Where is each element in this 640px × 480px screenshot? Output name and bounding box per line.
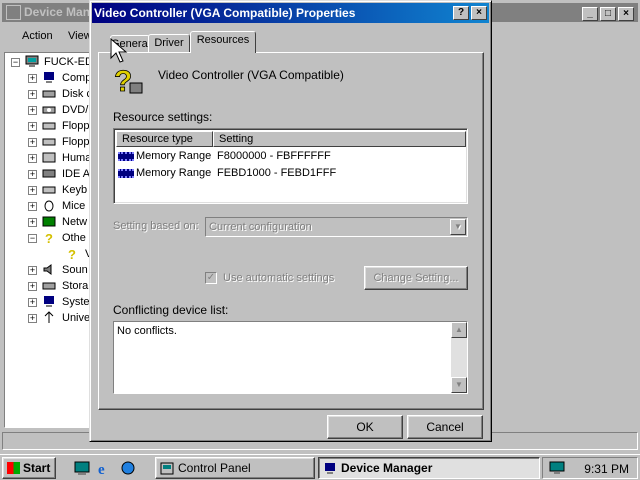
change-setting-button[interactable]: Change Setting... <box>364 266 468 290</box>
minimize-icon[interactable]: _ <box>582 7 598 21</box>
memory-icon <box>118 169 134 178</box>
computer-icon <box>44 72 54 83</box>
svg-text:?: ? <box>45 231 53 244</box>
control-panel-icon <box>160 462 174 475</box>
dialog-title: Video Controller (VGA Compatible) Proper… <box>94 6 356 20</box>
svg-text:?: ? <box>68 247 76 260</box>
conflict-list[interactable]: No conflicts. ▲ ▼ <box>113 321 468 394</box>
desktop-icon[interactable] <box>74 460 90 476</box>
display-settings-icon[interactable] <box>549 461 565 475</box>
dialog-title-bar[interactable]: Video Controller (VGA Compatible) Proper… <box>92 3 489 23</box>
tab-driver[interactable]: Driver <box>148 34 190 53</box>
expand-icon[interactable]: + <box>28 186 37 195</box>
conflict-scrollbar[interactable]: ▲ ▼ <box>451 322 467 393</box>
expand-icon[interactable]: + <box>28 74 37 83</box>
maximize-icon[interactable]: □ <box>600 7 616 21</box>
question-device-icon: ? <box>114 65 143 97</box>
expand-icon[interactable]: + <box>28 122 37 131</box>
network-icon <box>42 216 56 227</box>
system-tray: 9:31 PM <box>542 457 638 479</box>
scroll-up-icon[interactable]: ▲ <box>451 322 467 338</box>
expand-icon[interactable]: + <box>28 170 37 179</box>
collapse-icon[interactable]: − <box>11 58 20 67</box>
clock[interactable]: 9:31 PM <box>584 462 629 476</box>
expand-icon[interactable]: + <box>28 106 37 115</box>
resource-settings-label: Resource settings: <box>113 110 213 124</box>
use-automatic-checkbox[interactable]: ✓ <box>205 272 217 284</box>
properties-dialog: Video Controller (VGA Compatible) Proper… <box>89 0 492 442</box>
ok-button[interactable]: OK <box>327 415 403 439</box>
expand-icon[interactable]: + <box>28 282 37 291</box>
floppy-icon <box>42 138 56 146</box>
use-automatic-label: Use automatic settings <box>223 272 335 284</box>
setting-based-on-label: Setting based on: <box>113 220 199 232</box>
expand-icon[interactable]: + <box>28 266 37 275</box>
storage-icon <box>42 282 56 290</box>
human-interface-icon <box>42 152 56 163</box>
question-icon: ? <box>68 247 76 260</box>
task-device-manager[interactable]: Device Manager <box>318 457 540 479</box>
sound-icon <box>43 264 52 275</box>
computer-icon <box>25 55 39 67</box>
system-icon <box>44 296 54 307</box>
device-manager-icon <box>325 463 335 474</box>
setting-based-on-select[interactable]: Current configuration ▼ <box>205 217 468 237</box>
cancel-button[interactable]: Cancel <box>407 415 483 439</box>
disk-icon <box>42 90 56 98</box>
svg-text:e: e <box>98 462 105 476</box>
resource-list[interactable]: Resource type Setting Memory Range F8000… <box>113 128 468 204</box>
windows-logo-icon <box>7 462 20 474</box>
close-icon[interactable]: × <box>618 7 634 21</box>
collapse-icon[interactable]: − <box>28 234 37 243</box>
chevron-down-icon[interactable]: ▼ <box>450 219 466 235</box>
mouse-icon <box>44 200 54 212</box>
conflict-text: No conflicts. <box>117 325 177 337</box>
keyboard-icon <box>42 186 56 194</box>
column-setting[interactable]: Setting <box>213 131 466 147</box>
menu-action[interactable]: Action <box>22 30 53 42</box>
internet-explorer-icon[interactable]: e <box>97 460 113 476</box>
resource-list-header: Resource type Setting <box>116 131 466 147</box>
tab-resources[interactable]: Resources <box>190 31 256 53</box>
help-icon[interactable]: ? <box>453 6 469 20</box>
expand-icon[interactable]: + <box>28 154 37 163</box>
conflicting-list-label: Conflicting device list: <box>113 303 229 317</box>
device-tree[interactable]: − FUCK-ED + Comp + Disk c + DVD/ + Flopp + Fl… <box>4 52 94 428</box>
dvd-icon <box>42 106 56 114</box>
memory-icon <box>118 152 134 161</box>
taskbar: Start e Control Panel Device Manager 9:3… <box>0 454 640 480</box>
mouse-cursor-icon <box>110 38 128 63</box>
question-icon: ? <box>45 231 53 244</box>
usb-icon <box>44 311 54 323</box>
expand-icon[interactable]: + <box>28 90 37 99</box>
device-name: Video Controller (VGA Compatible) <box>158 68 344 82</box>
close-icon[interactable]: × <box>471 6 487 20</box>
expand-icon[interactable]: + <box>28 138 37 147</box>
scroll-down-icon[interactable]: ▼ <box>451 377 467 393</box>
ide-icon <box>42 169 56 178</box>
task-control-panel[interactable]: Control Panel <box>155 457 315 479</box>
device-manager-icon <box>6 5 21 20</box>
channels-icon[interactable] <box>120 460 136 476</box>
expand-icon[interactable]: + <box>28 314 37 323</box>
expand-icon[interactable]: + <box>28 202 37 211</box>
expand-icon[interactable]: + <box>28 298 37 307</box>
start-button[interactable]: Start <box>2 457 56 479</box>
expand-icon[interactable]: + <box>28 218 37 227</box>
column-resource-type[interactable]: Resource type <box>116 131 213 147</box>
floppy-icon <box>42 122 56 130</box>
